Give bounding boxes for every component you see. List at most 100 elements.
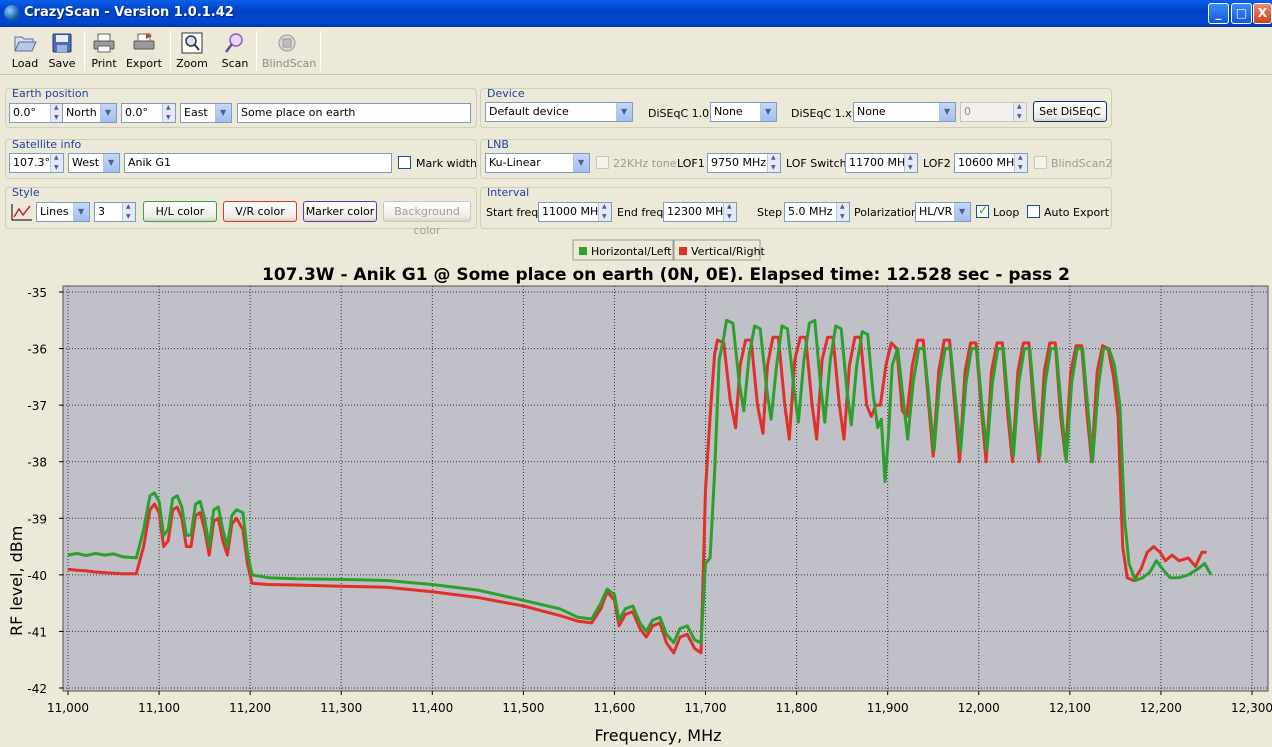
device-group: Device Default device DiSEqC 1.0: None D… xyxy=(480,87,1112,128)
latitude-spinbox[interactable]: 0.0° xyxy=(9,103,64,123)
x-tick-label: 12,300 xyxy=(1231,701,1272,715)
lnb-type-value: Ku-Linear xyxy=(489,156,541,169)
legend: Horizontal/Left Vertical/Right xyxy=(572,239,766,261)
x-tick-label: 11,900 xyxy=(867,701,909,715)
line-width-value: 3 xyxy=(98,205,105,218)
toolbar-separator xyxy=(320,31,321,71)
start-freq-spinbox[interactable]: 11000 MHz xyxy=(538,202,612,222)
blindscan-button[interactable]: BlindScan xyxy=(262,31,316,73)
device-combo[interactable]: Default device xyxy=(485,102,633,122)
blindscan-label: BlindScan xyxy=(262,57,317,70)
folder-open-icon xyxy=(14,36,37,52)
x-tick-label: 11,300 xyxy=(320,701,362,715)
device-value: Default device xyxy=(489,105,569,118)
place-name-value: Some place on earth xyxy=(241,106,356,119)
diseqc10-combo[interactable]: None xyxy=(710,102,777,122)
interval-group: Interval Start freq 11000 MHz End freq 1… xyxy=(480,186,1112,229)
latitude-direction-value: North xyxy=(66,106,97,119)
window-title: CrazyScan - Version 1.0.1.42 xyxy=(24,5,234,20)
hl-color-button[interactable]: H/L color xyxy=(143,201,217,222)
lof1-label: LOF1 xyxy=(677,157,705,170)
x-tick-label: 12,200 xyxy=(1140,701,1182,715)
auto-export-checkbox[interactable] xyxy=(1027,205,1040,218)
load-label: Load xyxy=(11,57,39,70)
start-freq-label: Start freq xyxy=(486,206,539,219)
lof-switch-spinbox[interactable]: 11700 MHz xyxy=(845,153,918,173)
style-group: Style Lines 3 H/L color V/R color Marker… xyxy=(5,186,477,237)
load-button[interactable]: Load xyxy=(8,31,42,73)
satellite-direction-combo[interactable]: West xyxy=(68,153,120,173)
legend-vertical-label: Vertical/Right xyxy=(691,245,766,258)
y-tick-label: -37 xyxy=(27,399,47,413)
close-button[interactable]: X xyxy=(1253,3,1272,24)
export-printer-icon xyxy=(133,33,155,50)
lof2-label: LOF2 xyxy=(923,157,951,170)
diseqc-number-spinbox[interactable]: 0 xyxy=(960,102,1027,122)
print-label: Print xyxy=(91,57,117,70)
maximize-button[interactable]: □ xyxy=(1231,3,1252,24)
export-label: Export xyxy=(125,57,162,70)
satellite-name-value: Anik G1 xyxy=(128,156,171,169)
end-freq-spinbox[interactable]: 12300 MHz xyxy=(663,202,737,222)
mark-width-checkbox[interactable] xyxy=(398,156,411,169)
earth-position-group: Earth position 0.0° North 0.0° East Some… xyxy=(5,87,477,128)
earth-position-title: Earth position xyxy=(12,87,89,100)
mark-width-label: Mark width xyxy=(416,157,477,170)
y-tick-label: -40 xyxy=(27,569,47,583)
set-diseqc-button[interactable]: Set DiSEqC xyxy=(1033,101,1107,122)
lof2-spinbox[interactable]: 10600 MHz xyxy=(954,153,1028,173)
spectrum-chart[interactable]: Horizontal/Left Vertical/Right 107.3W - … xyxy=(4,238,1272,747)
latitude-direction-combo[interactable]: North xyxy=(62,103,117,123)
loop-checkbox[interactable] xyxy=(976,203,989,218)
lof-switch-label: LOF Switch xyxy=(786,157,847,170)
satellite-position-spinbox[interactable]: 107.3° xyxy=(9,153,64,173)
legend-horizontal-swatch xyxy=(579,247,587,255)
y-tick-label: -38 xyxy=(27,456,47,470)
printer-icon xyxy=(93,33,115,53)
lnb-type-combo[interactable]: Ku-Linear xyxy=(485,153,590,173)
save-label: Save xyxy=(48,57,76,70)
scan-button[interactable]: Scan xyxy=(219,31,251,73)
spectrum-chart-panel[interactable]: Horizontal/Left Vertical/Right 107.3W - … xyxy=(4,238,1272,747)
device-title: Device xyxy=(487,87,525,100)
x-tick-label: 12,000 xyxy=(958,701,1000,715)
longitude-spinbox[interactable]: 0.0° xyxy=(121,103,176,123)
diseqc1x-combo[interactable]: None xyxy=(853,102,956,122)
satellite-name-input[interactable]: Anik G1 xyxy=(124,153,392,173)
end-freq-value: 12300 MHz xyxy=(667,205,730,218)
blindscan2-checkbox[interactable] xyxy=(1034,156,1047,169)
x-tick-label: 12,100 xyxy=(1049,701,1091,715)
step-spinbox[interactable]: 5.0 MHz xyxy=(784,202,850,222)
x-tick-label: 11,000 xyxy=(47,701,89,715)
y-tick-label: -41 xyxy=(27,625,47,639)
22khz-tone-checkbox[interactable] xyxy=(596,156,609,169)
vr-color-button[interactable]: V/R color xyxy=(223,201,297,222)
lof1-spinbox[interactable]: 9750 MHz xyxy=(707,153,781,173)
x-axis-label: Frequency, MHz xyxy=(594,726,721,745)
diseqc1x-label: DiSEqC 1.x: xyxy=(791,107,856,120)
place-name-input[interactable]: Some place on earth xyxy=(237,103,471,123)
polarization-combo[interactable]: HL/VR xyxy=(915,202,971,222)
toolbar-separator xyxy=(84,31,85,71)
line-width-spinbox[interactable]: 3 xyxy=(94,202,136,222)
latitude-value: 0.0° xyxy=(13,106,36,119)
longitude-direction-combo[interactable]: East xyxy=(180,103,232,123)
export-button[interactable]: Export xyxy=(124,31,164,73)
line-style-combo[interactable]: Lines xyxy=(36,202,90,222)
legend-horizontal-label: Horizontal/Left xyxy=(591,245,672,258)
blindscan2-label: BlindScan2 xyxy=(1051,157,1113,170)
auto-export-label: Auto Export xyxy=(1044,206,1110,219)
lof-switch-value: 11700 MHz xyxy=(849,156,912,169)
diseqc10-label: DiSEqC 1.0: xyxy=(648,107,713,120)
x-tick-label: 11,700 xyxy=(685,701,727,715)
print-button[interactable]: Print xyxy=(88,31,120,73)
y-axis-ticks: -35 -36 -37 -38 -39 -40 -41 -42 xyxy=(27,286,63,696)
toolbar: Load Save Print Export Zoom Scan BlindSc… xyxy=(0,27,1272,75)
line-style-value: Lines xyxy=(40,205,69,218)
x-tick-label: 11,200 xyxy=(229,701,271,715)
minimize-button[interactable]: _ xyxy=(1208,3,1229,24)
zoom-button[interactable]: Zoom xyxy=(175,31,209,73)
save-button[interactable]: Save xyxy=(46,31,78,73)
marker-color-button[interactable]: Marker color xyxy=(303,201,377,222)
background-color-button[interactable]: Background color xyxy=(383,201,471,237)
